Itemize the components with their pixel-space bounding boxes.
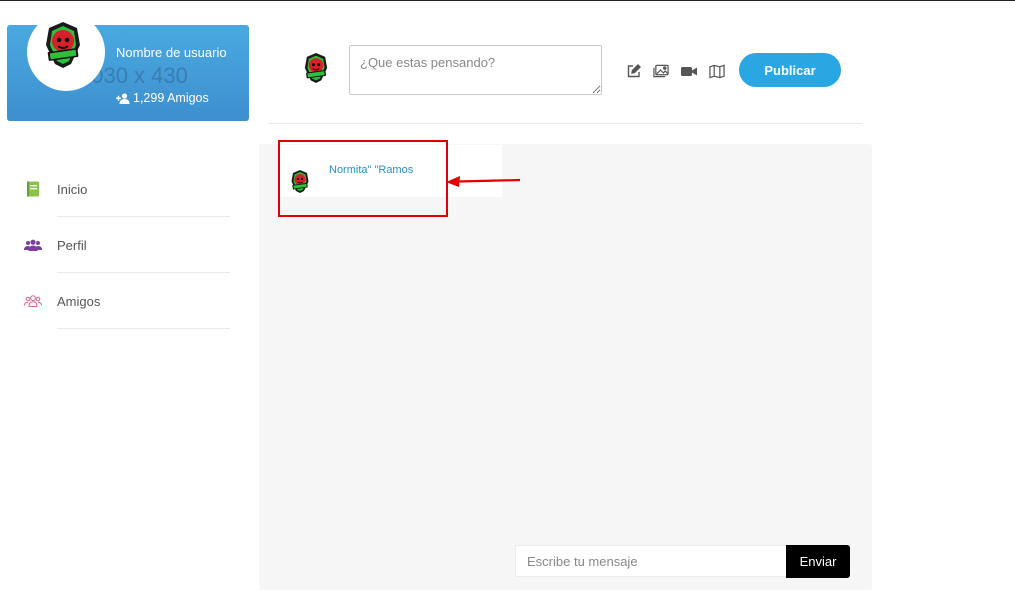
contact-name[interactable]: Normita" "Ramos: [329, 164, 413, 176]
video-icon[interactable]: [681, 63, 697, 79]
send-button[interactable]: Enviar: [786, 545, 850, 578]
friends-count[interactable]: 1,299 Amigos: [116, 91, 209, 105]
chat-contact-item[interactable]: Normita" "Ramos: [278, 145, 502, 197]
sidebar-item-amigos[interactable]: Amigos: [24, 273, 230, 329]
sidebar-item-label: Inicio: [57, 181, 88, 197]
divider: [268, 123, 862, 124]
composer-avatar-icon: [304, 52, 328, 84]
profile-card: 1030 x 430 Nombre de usuario 1,299 Amigo…: [7, 13, 249, 121]
sidebar-item-label: Amigos: [57, 293, 101, 309]
edit-icon[interactable]: [626, 63, 642, 79]
users-outline-icon: [24, 292, 42, 310]
post-composer-input[interactable]: [349, 45, 602, 95]
profile-username: Nombre de usuario: [116, 45, 227, 60]
publish-button[interactable]: Publicar: [739, 53, 841, 87]
users-icon: [24, 236, 42, 254]
divider: [57, 328, 230, 329]
sidebar-item-perfil[interactable]: Perfil: [24, 217, 230, 273]
sidebar-nav: Inicio Perfil Amigos: [24, 161, 230, 329]
map-icon[interactable]: [709, 63, 725, 79]
chat-panel: [259, 144, 872, 590]
book-icon: [24, 180, 42, 198]
sidebar-item-inicio[interactable]: Inicio: [24, 161, 230, 217]
contact-avatar-icon: [291, 170, 309, 193]
top-border: [0, 0, 1015, 1]
friends-count-label: 1,299 Amigos: [133, 91, 209, 105]
profile-avatar[interactable]: [27, 13, 105, 91]
image-icon[interactable]: [653, 63, 669, 79]
user-plus-icon: [116, 92, 130, 104]
team-logo-icon: [46, 22, 80, 68]
message-input[interactable]: [515, 545, 787, 577]
sidebar-item-label: Perfil: [57, 237, 87, 253]
